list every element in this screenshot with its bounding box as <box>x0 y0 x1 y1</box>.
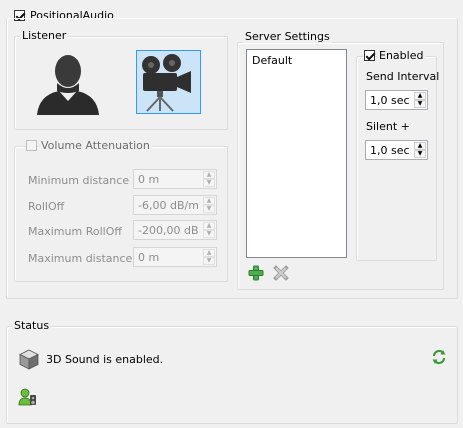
volume-attenuation-checkbox[interactable] <box>26 140 37 151</box>
down-arrow-icon[interactable]: ▼ <box>414 150 426 158</box>
movie-camera-icon[interactable] <box>136 50 201 114</box>
min-distance-label: Minimum distance <box>28 174 130 187</box>
server-settings-title: Server Settings <box>243 30 332 43</box>
list-item[interactable]: Default <box>250 53 343 69</box>
refresh-icon[interactable] <box>431 349 447 365</box>
cube-icon <box>18 348 40 370</box>
enabled-label[interactable]: Enabled <box>377 49 426 62</box>
up-arrow-icon[interactable]: ▲ <box>414 92 426 100</box>
up-arrow-icon[interactable]: ▲ <box>203 249 215 257</box>
head-silhouette-icon[interactable] <box>35 49 101 115</box>
send-interval-label: Send Interval <box>366 70 440 83</box>
up-arrow-icon[interactable]: ▲ <box>414 142 426 150</box>
up-arrow-icon[interactable]: ▲ <box>203 197 215 205</box>
send-interval-value: 1,0 sec <box>370 94 410 107</box>
add-icon[interactable] <box>247 264 265 282</box>
down-arrow-icon[interactable]: ▼ <box>203 179 215 187</box>
down-arrow-icon[interactable]: ▼ <box>203 205 215 213</box>
users-speaker-icon[interactable] <box>18 387 38 407</box>
rolloff-label: RollOff <box>28 200 65 213</box>
up-arrow-icon[interactable]: ▲ <box>203 171 215 179</box>
max-distance-spinbox[interactable]: 0 m ▲ ▼ <box>133 247 217 267</box>
max-distance-value: 0 m <box>138 251 160 264</box>
enabled-checkbox[interactable] <box>364 50 375 61</box>
down-arrow-icon[interactable]: ▼ <box>203 257 215 265</box>
volume-attenuation-label[interactable]: Volume Attenuation <box>39 139 152 152</box>
min-distance-spinbox[interactable]: 0 m ▲ ▼ <box>133 169 217 189</box>
max-rolloff-value: -200,00 dB <box>138 224 199 237</box>
status-message: 3D Sound is enabled. <box>46 353 164 366</box>
rolloff-value: -6,00 dB/m <box>138 199 199 212</box>
up-arrow-icon[interactable]: ▲ <box>203 222 215 230</box>
max-rolloff-label: Maximum RollOff <box>28 225 122 238</box>
silent-spinbox[interactable]: 1,0 sec ▲ ▼ <box>365 140 428 160</box>
max-rolloff-spinbox[interactable]: -200,00 dB ▲ ▼ <box>133 220 217 240</box>
status-group <box>6 326 458 424</box>
listener-title: Listener <box>20 29 69 42</box>
min-distance-value: 0 m <box>138 173 160 186</box>
remove-icon[interactable] <box>272 264 290 282</box>
silent-value: 1,0 sec <box>370 144 410 157</box>
server-list[interactable]: Default <box>246 49 347 258</box>
silent-label: Silent + <box>366 120 410 133</box>
down-arrow-icon[interactable]: ▼ <box>203 230 215 238</box>
rolloff-spinbox[interactable]: -6,00 dB/m ▲ ▼ <box>133 195 217 215</box>
status-title: Status <box>12 319 52 332</box>
max-distance-label: Maximum distance <box>28 252 133 265</box>
send-interval-spinbox[interactable]: 1,0 sec ▲ ▼ <box>365 90 428 110</box>
down-arrow-icon[interactable]: ▼ <box>414 100 426 108</box>
